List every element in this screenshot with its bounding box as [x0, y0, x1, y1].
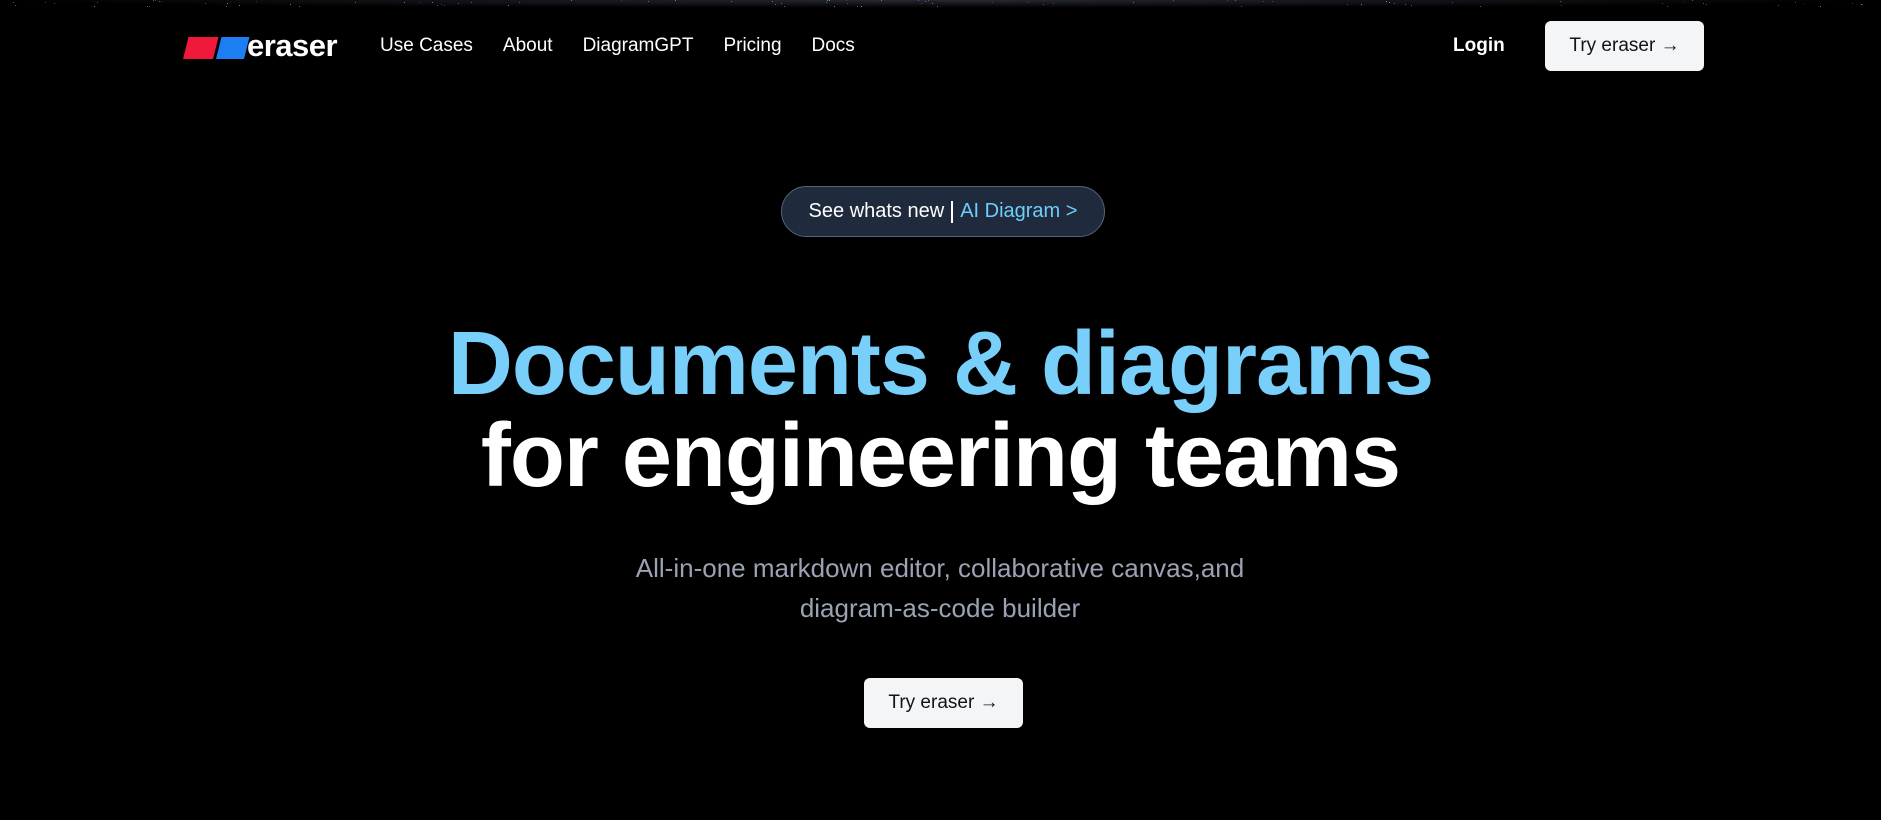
- announcement-text: See whats new: [808, 200, 945, 222]
- nav-link-pricing[interactable]: Pricing: [723, 34, 781, 58]
- announcement-link[interactable]: AI Diagram >: [960, 200, 1077, 223]
- hero-headline: Documents & diagrams for engineering tea…: [0, 318, 1881, 502]
- nav-link-use-cases[interactable]: Use Cases: [380, 34, 473, 58]
- nav-link-about[interactable]: About: [503, 34, 553, 58]
- hero-subtitle: All-in-one markdown editor, collaborativ…: [590, 548, 1290, 628]
- try-eraser-hero-button[interactable]: Try eraser →: [864, 678, 1023, 728]
- eraser-logo[interactable]: eraser: [183, 28, 338, 63]
- hero-subtitle-line2: diagram-as-code builder: [799, 593, 1081, 623]
- logo-red-shape: [183, 37, 219, 59]
- logo-blue-shape: [216, 37, 250, 59]
- try-eraser-nav-button[interactable]: Try eraser →: [1545, 21, 1704, 71]
- hero-headline-line2: for engineering teams: [480, 406, 1401, 506]
- hero-headline-line1: Documents & diagrams: [447, 314, 1434, 414]
- announcement-divider: [951, 200, 954, 223]
- login-link[interactable]: Login: [1453, 34, 1505, 58]
- nav-links: Use Cases About DiagramGPT Pricing Docs: [380, 34, 885, 58]
- hero-subtitle-line1: All-in-one markdown editor, collaborativ…: [635, 553, 1245, 583]
- announcement-pill[interactable]: See whats new AI Diagram >: [781, 186, 1105, 237]
- top-navigation: eraser Use Cases About DiagramGPT Pricin…: [0, 0, 1881, 92]
- eraser-logo-icon: [183, 33, 250, 59]
- nav-link-docs[interactable]: Docs: [812, 34, 855, 58]
- nav-link-diagramgpt[interactable]: DiagramGPT: [583, 34, 694, 58]
- landing-page: eraser Use Cases About DiagramGPT Pricin…: [0, 0, 1881, 820]
- logo-wordmark: eraser: [247, 28, 338, 63]
